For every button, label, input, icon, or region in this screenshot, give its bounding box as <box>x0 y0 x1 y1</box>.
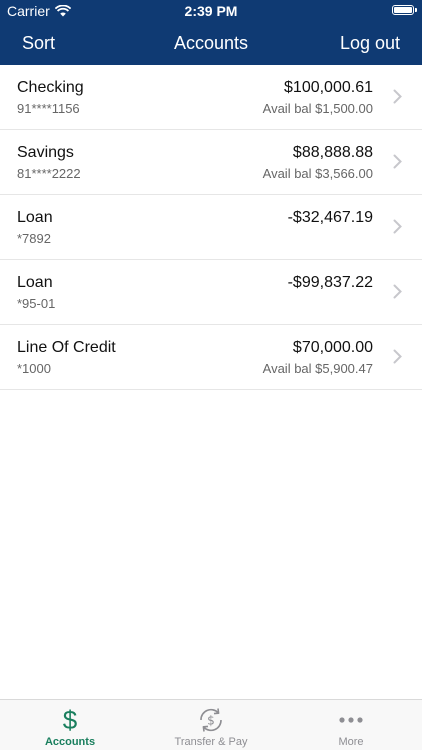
account-row-loan-7892[interactable]: Loan *7892 -$32,467.19 <box>0 195 422 260</box>
battery-icon <box>392 5 417 15</box>
account-balance: $100,000.61 <box>284 79 373 96</box>
account-balance: $88,888.88 <box>292 144 373 161</box>
status-bar: Carrier 2:39 PM <box>0 0 422 22</box>
account-balance: $70,000.00 <box>292 339 373 356</box>
logout-button[interactable]: Log out <box>340 33 400 54</box>
account-balance: -$99,837.22 <box>287 274 373 291</box>
account-name: Loan <box>17 209 53 226</box>
more-dots-icon <box>339 717 363 723</box>
chevron-right-icon <box>393 154 402 169</box>
app-header: Carrier 2:39 PM Sort Accounts Log out <box>0 0 422 65</box>
tab-transfer-pay[interactable]: $ Transfer & Pay <box>141 700 281 751</box>
account-number: *7892 <box>17 231 51 246</box>
account-row-loan-95-01[interactable]: Loan *95-01 -$99,837.22 <box>0 260 422 325</box>
available-balance: Avail bal $5,900.47 <box>262 361 373 376</box>
available-balance: Avail bal $3,566.00 <box>262 166 373 181</box>
available-balance: Avail bal $1,500.00 <box>262 101 373 116</box>
account-name: Savings <box>17 144 74 161</box>
account-number: *1000 <box>17 361 51 376</box>
account-name: Line Of Credit <box>17 339 116 356</box>
tab-label: Transfer & Pay <box>174 736 248 748</box>
account-number: *95-01 <box>17 296 56 311</box>
tab-bar: $ Accounts $ Transfer & Pay More <box>0 699 422 750</box>
tab-label: Accounts <box>44 736 96 748</box>
account-number: 91****1156 <box>17 101 80 116</box>
account-number: 81****2222 <box>17 166 81 181</box>
status-time: 2:39 PM <box>184 3 238 19</box>
account-row-line-of-credit[interactable]: Line Of Credit *1000 $70,000.00 Avail ba… <box>0 325 422 390</box>
tab-accounts[interactable]: $ Accounts <box>0 700 140 751</box>
account-balance: -$32,467.19 <box>287 209 373 226</box>
navigation-bar: Sort Accounts Log out <box>0 22 422 65</box>
account-row-checking[interactable]: Checking 91****1156 $100,000.61 Avail ba… <box>0 65 422 130</box>
chevron-right-icon <box>393 89 402 104</box>
chevron-right-icon <box>393 219 402 234</box>
chevron-right-icon <box>393 284 402 299</box>
tab-label: More <box>338 736 364 748</box>
transfer-pay-icon: $ <box>200 708 222 732</box>
dollar-icon: $ <box>62 705 78 735</box>
chevron-right-icon <box>393 349 402 364</box>
account-name: Checking <box>17 79 84 96</box>
account-list: Checking 91****1156 $100,000.61 Avail ba… <box>0 65 422 390</box>
account-name: Loan <box>17 274 53 291</box>
account-row-savings[interactable]: Savings 81****2222 $88,888.88 Avail bal … <box>0 130 422 195</box>
svg-text:$: $ <box>207 714 215 728</box>
battery-fill <box>394 7 412 13</box>
tab-more[interactable]: More <box>281 700 421 751</box>
